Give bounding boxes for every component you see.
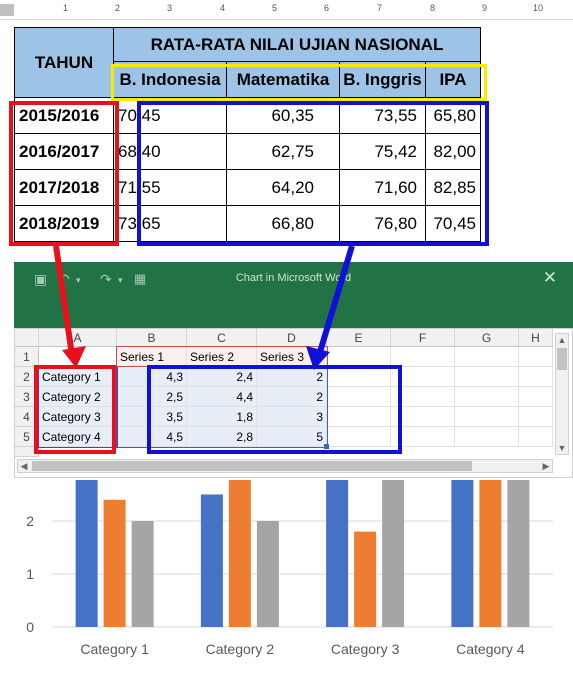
cell-empty[interactable] <box>455 427 519 447</box>
y-tick-label: 0 <box>26 619 34 635</box>
bar[interactable] <box>103 499 126 627</box>
ruler-number: 1 <box>63 3 69 13</box>
column-chart[interactable]: 0 1 2 Category 1 Category 2 Category 3 Categor… <box>14 480 573 678</box>
red-highlight-box-years <box>9 101 119 246</box>
ruler-number: 10 <box>533 3 544 13</box>
cell-empty[interactable] <box>519 407 553 427</box>
cell-empty[interactable] <box>455 407 519 427</box>
bar[interactable] <box>507 480 530 627</box>
ruler-number: 4 <box>220 3 226 13</box>
ruler-number: 2 <box>115 3 121 13</box>
bar[interactable] <box>200 494 223 628</box>
y-tick-label: 1 <box>26 566 34 582</box>
column-header-f[interactable]: F <box>391 329 455 347</box>
ruler: 1 2 3 4 5 6 7 8 9 10 <box>0 0 573 20</box>
x-category-label: Category 3 <box>331 641 400 657</box>
blue-highlight-box-values <box>137 101 489 246</box>
ruler-number: 3 <box>167 3 173 13</box>
bar[interactable] <box>326 480 349 627</box>
bar[interactable] <box>354 531 377 627</box>
column-header-b[interactable]: B <box>117 329 187 347</box>
column-header-e[interactable]: E <box>327 329 391 347</box>
ruler-number: 6 <box>324 3 330 13</box>
select-all-corner[interactable] <box>15 329 39 347</box>
scroll-up-icon[interactable]: ▲ <box>556 334 568 346</box>
scroll-down-icon[interactable]: ▼ <box>556 442 568 454</box>
bar[interactable] <box>382 480 405 627</box>
x-category-label: Category 1 <box>80 641 149 657</box>
vertical-scrollbar[interactable]: ▲ ▼ <box>555 333 569 455</box>
excel-window-title: Chart in Microsoft Word <box>235 272 352 284</box>
column-header-a[interactable]: A <box>39 329 117 347</box>
scroll-left-icon[interactable]: ◀ <box>18 460 30 472</box>
column-header-h[interactable]: H <box>519 329 553 347</box>
year-header: TAHUN <box>14 27 114 98</box>
vertical-scroll-thumb[interactable] <box>557 348 567 370</box>
bar[interactable] <box>479 480 502 627</box>
row-header[interactable]: 1 <box>15 347 39 367</box>
column-header-d[interactable]: D <box>257 329 327 347</box>
excel-titlebar: ▣ ↶ ▾ ↷ ▾ ▦ Chart in Microsoft Word ✕ <box>14 262 573 322</box>
cell-empty[interactable] <box>327 347 391 367</box>
horizontal-scrollbar[interactable]: ◀ ▶ <box>17 459 553 473</box>
cell-empty[interactable] <box>519 367 553 387</box>
bar[interactable] <box>256 521 279 627</box>
red-highlight-box-categories <box>34 365 116 454</box>
y-tick-label: 2 <box>26 513 34 529</box>
scroll-right-icon[interactable]: ▶ <box>540 460 552 472</box>
x-category-label: Category 4 <box>456 641 525 657</box>
cell-empty[interactable] <box>519 427 553 447</box>
yellow-highlight-box <box>111 64 487 101</box>
blue-highlight-box-series <box>147 365 402 454</box>
horizontal-scroll-thumb[interactable] <box>32 461 472 471</box>
ruler-margin <box>0 4 14 16</box>
ruler-number: 5 <box>272 3 278 13</box>
cell-empty[interactable] <box>455 367 519 387</box>
cell-empty[interactable] <box>391 347 455 367</box>
cell-a1[interactable] <box>39 347 117 367</box>
ruler-number: 9 <box>482 3 488 13</box>
ruler-number: 8 <box>430 3 436 13</box>
group-header: RATA-RATA NILAI UJIAN NASIONAL <box>113 27 481 62</box>
cell-empty[interactable] <box>455 387 519 407</box>
cell-empty[interactable] <box>519 347 553 367</box>
bar[interactable] <box>131 521 154 627</box>
cell-empty[interactable] <box>455 347 519 367</box>
close-icon[interactable]: ✕ <box>543 268 557 288</box>
x-category-label: Category 2 <box>206 641 275 657</box>
cell-empty[interactable] <box>519 387 553 407</box>
series-range-outline <box>116 346 328 367</box>
bar[interactable] <box>451 480 474 627</box>
column-header-g[interactable]: G <box>455 329 519 347</box>
bar[interactable] <box>75 480 98 627</box>
column-header-c[interactable]: C <box>187 329 257 347</box>
ruler-number: 7 <box>377 3 383 13</box>
bar[interactable] <box>228 480 251 627</box>
chart-plot: 0 1 2 Category 1 Category 2 Category 3 Categor… <box>26 480 553 657</box>
